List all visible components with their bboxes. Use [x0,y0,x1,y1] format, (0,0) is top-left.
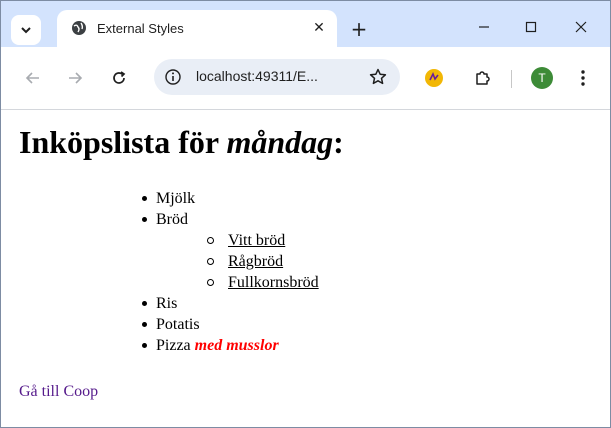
toolbar-divider [511,70,512,88]
heading-day: måndag [226,124,334,160]
heading-suffix: : [333,124,344,160]
address-bar[interactable]: localhost:49311/E... [154,59,400,95]
minimize-icon [479,26,489,28]
new-tab-button[interactable]: + [347,17,371,41]
close-icon [575,21,587,33]
browser-window: External Styles ✕ + localhost:49311/E...… [0,0,611,428]
tab-strip: External Styles ✕ + [1,1,610,47]
reload-button[interactable] [106,65,132,91]
star-icon[interactable] [368,67,388,87]
sublist-item-vitt-brod: Vitt bröd [156,230,319,251]
arrow-left-icon [25,72,39,84]
list-item-label: Mjölk [156,190,196,207]
reload-icon [113,71,126,84]
tab-external-styles[interactable]: External Styles ✕ [57,10,337,47]
arrow-right-icon [69,72,83,84]
sublist-item-ragbrod: Rågbröd [156,251,319,272]
list-item-pizza: Pizza med musslor [138,335,319,356]
vitt-brod-link[interactable]: Vitt bröd [228,232,285,249]
chevron-down-icon [21,27,31,34]
tab-close-button[interactable]: ✕ [310,19,328,37]
minimize-button[interactable] [470,13,498,41]
heading-prefix: Inköpslista för [19,124,227,160]
list-item-label: Bröd [156,211,188,228]
browser-toolbar: localhost:49311/E... T [1,47,610,110]
url-text[interactable]: localhost:49311/E... [196,68,318,84]
profile-avatar[interactable]: T [531,67,553,89]
ragbrod-link[interactable]: Rågbröd [228,253,283,270]
extensions-menu-button[interactable] [470,65,496,91]
tab-title: External Styles [97,21,184,36]
page-content: Inköpslista för måndag: Mjölk Bröd Vitt … [1,110,610,427]
coop-link[interactable]: Gå till Coop [19,383,98,401]
fullkornsbrod-link[interactable]: Fullkornsbröd [228,274,319,291]
info-icon[interactable] [164,68,182,86]
globe-icon [72,21,86,35]
pizza-highlight: med musslor [194,337,279,354]
list-item-potatis: Potatis [138,314,319,335]
shopping-list: Mjölk Bröd Vitt bröd Rågbröd Fullkornsbr… [138,188,319,356]
extension-button[interactable] [421,65,447,91]
maximize-icon [525,21,537,33]
back-button[interactable] [20,65,46,91]
forward-button[interactable] [62,65,88,91]
list-item-label: Pizza [156,337,195,354]
bread-sublist: Vitt bröd Rågbröd Fullkornsbröd [156,230,319,293]
sublist-item-fullkornsbrod: Fullkornsbröd [156,272,319,293]
list-item-label: Ris [156,295,178,312]
maximize-button[interactable] [517,13,545,41]
browser-menu-button[interactable] [573,65,593,91]
extension-badge-icon [425,69,443,87]
kebab-menu-icon [581,70,585,86]
list-item-label: Potatis [156,316,200,333]
puzzle-icon [476,71,490,85]
list-item-mjolk: Mjölk [138,188,319,209]
tab-search-button[interactable] [11,15,41,45]
close-window-button[interactable] [567,13,595,41]
list-item-ris: Ris [138,293,319,314]
page-heading: Inköpslista för måndag: [19,124,344,161]
list-item-brod: Bröd Vitt bröd Rågbröd Fullkornsbröd [138,209,319,293]
